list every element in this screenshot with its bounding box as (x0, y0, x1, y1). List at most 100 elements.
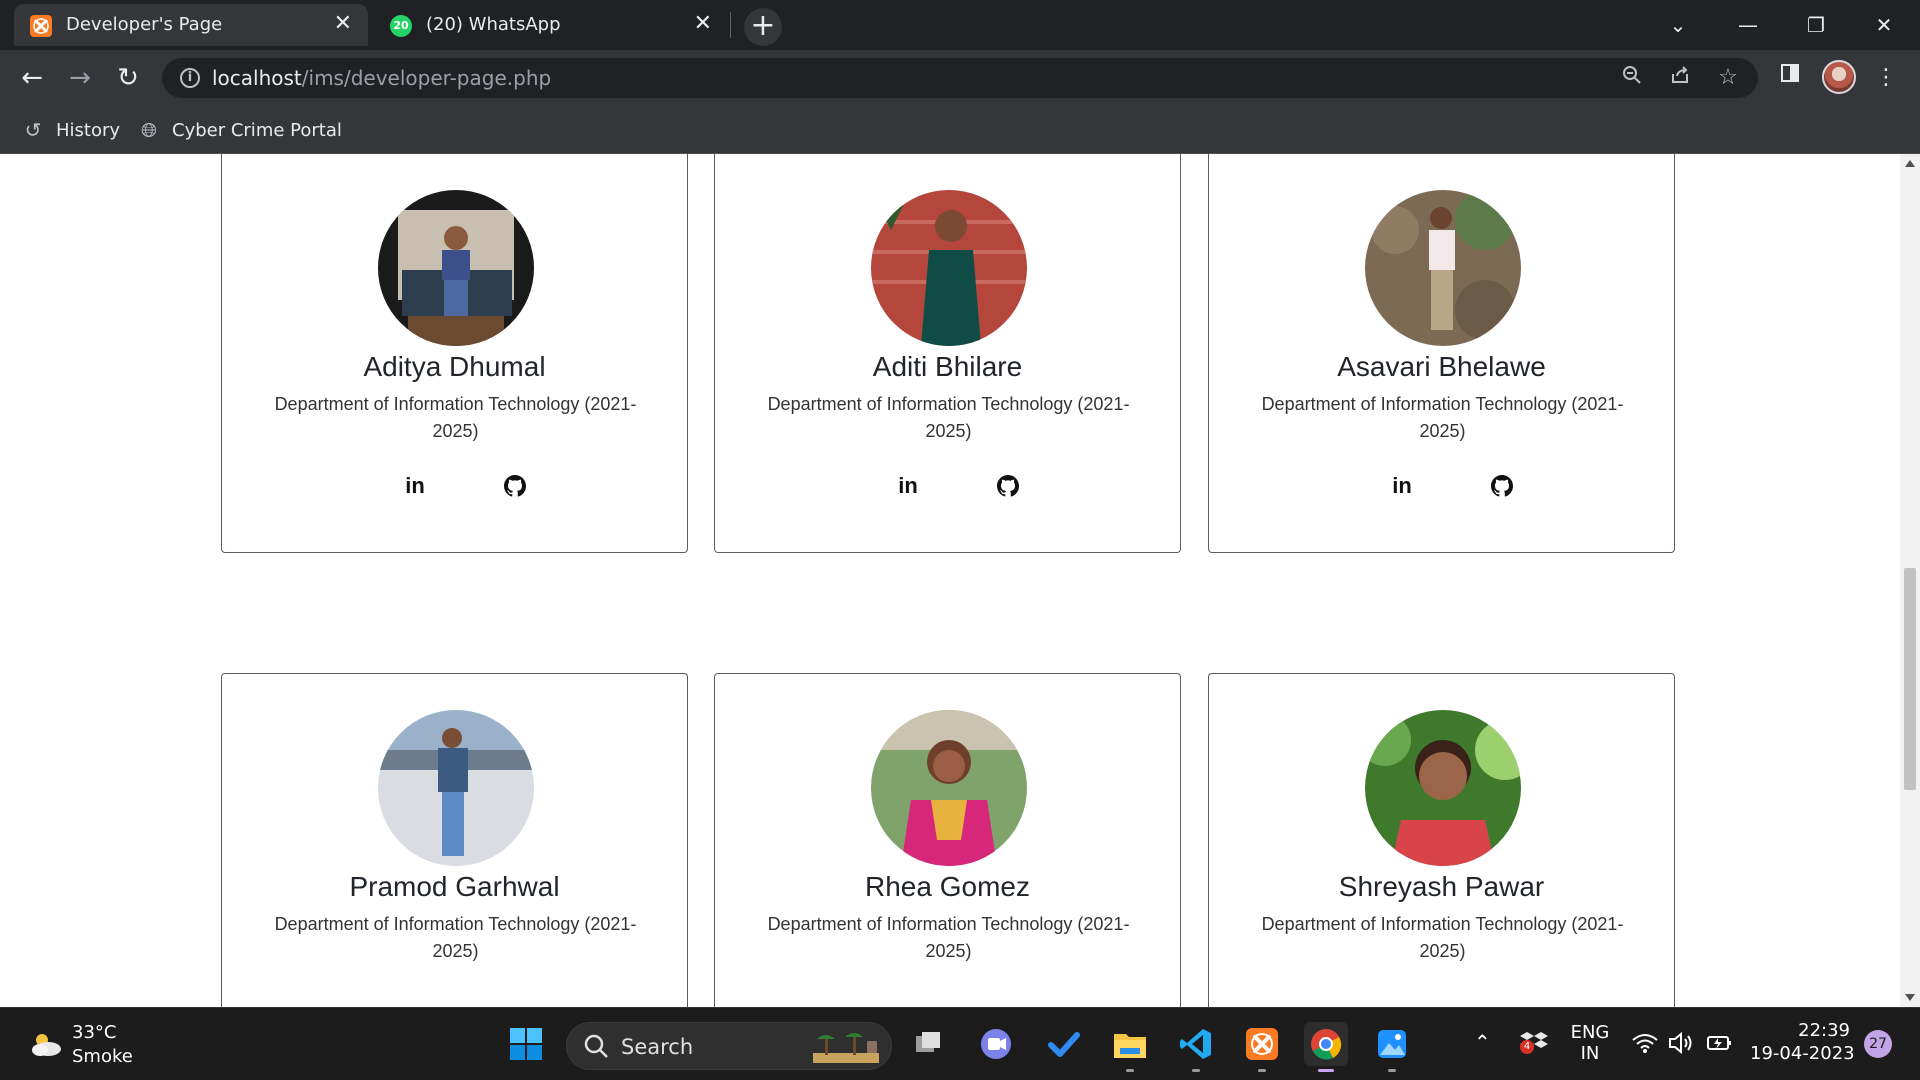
close-tab-icon[interactable]: ✕ (694, 13, 712, 35)
vertical-scrollbar[interactable] (1900, 154, 1920, 1007)
address-bar[interactable]: i localhost/ims/developer-page.php ☆ (162, 58, 1758, 98)
notification-count-badge[interactable]: 27 (1864, 1030, 1892, 1058)
back-icon[interactable]: ← (16, 62, 48, 94)
developer-department: Department of Information Technology (20… (755, 391, 1142, 445)
chrome-icon[interactable] (1304, 1022, 1348, 1072)
developer-card: Aditi Bhilare Department of Information … (714, 154, 1181, 553)
task-view-icon[interactable] (906, 1022, 950, 1066)
department-line: Department of Information Technology (20… (767, 394, 1130, 414)
new-tab-button[interactable]: + (744, 8, 782, 46)
tab-strip: Developer's Page ✕ 20 (20) WhatsApp ✕ + … (0, 0, 1920, 50)
restore-icon[interactable]: ❐ (1794, 10, 1838, 40)
xampp-icon (30, 15, 52, 37)
browser-chrome: Developer's Page ✕ 20 (20) WhatsApp ✕ + … (0, 0, 1920, 154)
running-indicator (1318, 1069, 1334, 1072)
url-text[interactable]: localhost/ims/developer-page.php (212, 66, 551, 90)
search-placeholder: Search (621, 1035, 694, 1059)
taskbar-search-box[interactable]: Search (566, 1022, 892, 1070)
forward-icon[interactable]: → (64, 62, 96, 94)
developer-photo (1365, 190, 1521, 346)
minimize-icon[interactable]: — (1726, 10, 1770, 40)
url-path: /ims/developer-page.php (301, 66, 552, 90)
close-window-icon[interactable]: ✕ (1862, 10, 1906, 40)
volume-icon[interactable] (1668, 1031, 1694, 1058)
tab-developers-page[interactable]: Developer's Page ✕ (14, 4, 368, 46)
developer-department: Department of Information Technology (20… (262, 911, 649, 965)
photos-icon[interactable] (1370, 1022, 1414, 1072)
github-icon[interactable] (1482, 466, 1522, 506)
bookmark-history[interactable]: ↺ History (22, 116, 120, 144)
wifi-icon[interactable] (1632, 1032, 1658, 1058)
site-info-icon[interactable]: i (180, 68, 200, 88)
side-panel-icon[interactable] (1774, 62, 1806, 94)
language-indicator[interactable]: ENG IN (1570, 1022, 1610, 1064)
todo-check-icon[interactable] (1042, 1022, 1086, 1066)
department-line: Department of Information Technology (20… (1261, 394, 1624, 414)
windows-start-icon[interactable] (504, 1022, 548, 1066)
bookmark-cyber-crime-portal[interactable]: 🌐︎ Cyber Crime Portal (138, 116, 342, 144)
battery-charging-icon[interactable] (1706, 1032, 1732, 1058)
running-indicator (1258, 1069, 1266, 1072)
developer-name: Aditi Bhilare (872, 351, 1023, 382)
vscode-icon[interactable] (1174, 1022, 1218, 1072)
developer-card: Asavari Bhelawe Department of Informatio… (1208, 154, 1675, 553)
zoom-icon[interactable] (1618, 64, 1646, 92)
xampp-taskbar-icon[interactable] (1240, 1022, 1284, 1072)
share-icon[interactable] (1666, 64, 1694, 92)
github-icon[interactable] (495, 466, 535, 506)
developer-photo (871, 710, 1027, 866)
department-line: 2025) (1419, 941, 1466, 961)
developer-name: Shreyash Pawar (1338, 871, 1545, 902)
teams-chat-icon[interactable] (974, 1022, 1018, 1066)
show-hidden-icons-icon[interactable]: ⌃ (1474, 1030, 1491, 1054)
file-explorer-icon[interactable] (1108, 1022, 1152, 1072)
developer-photo (378, 190, 534, 346)
running-indicator (1192, 1069, 1200, 1072)
developer-photo (378, 710, 534, 866)
tab-whatsapp[interactable]: 20 (20) WhatsApp ✕ (374, 4, 728, 46)
department-line: Department of Information Technology (20… (767, 914, 1130, 934)
developer-card: Pramod Garhwal Department of Information… (221, 673, 688, 1007)
whatsapp-icon: 20 (390, 15, 412, 37)
department-line: Department of Information Technology (20… (274, 914, 637, 934)
running-indicator (1126, 1069, 1134, 1072)
tab-divider (730, 12, 731, 38)
linkedin-icon[interactable]: in (395, 466, 435, 506)
reload-icon[interactable]: ↻ (112, 62, 144, 94)
tab-search-icon[interactable]: ⌄ (1656, 10, 1700, 40)
search-highlight-art-icon (813, 1033, 879, 1063)
dropbox-icon[interactable]: 4 (1520, 1028, 1548, 1060)
url-host: localhost (212, 66, 302, 90)
cloudy-sun-icon (32, 1034, 61, 1056)
language-code: ENG (1570, 1022, 1610, 1043)
clock[interactable]: 22:39 19-04-2023 (1750, 1020, 1855, 1064)
developer-department: Department of Information Technology (20… (1249, 911, 1636, 965)
developer-name: Aditya Dhumal (363, 351, 546, 382)
linkedin-icon[interactable]: in (1382, 466, 1422, 506)
department-line: 2025) (1419, 421, 1466, 441)
tab-title: Developer's Page (66, 14, 223, 35)
toolbar: ← → ↻ i localhost/ims/developer-page.php… (0, 50, 1920, 106)
bookmark-label: History (56, 119, 121, 141)
profile-avatar[interactable] (1822, 60, 1856, 94)
scrollbar-thumb[interactable] (1904, 568, 1916, 790)
department-line: 2025) (432, 941, 479, 961)
close-tab-icon[interactable]: ✕ (334, 13, 352, 35)
history-icon: ↺ (24, 118, 42, 142)
developer-card: Rhea Gomez Department of Information Tec… (714, 673, 1181, 1007)
globe-icon: 🌐︎ (141, 118, 157, 142)
department-line: 2025) (432, 421, 479, 441)
search-icon (584, 1034, 608, 1058)
github-icon[interactable] (988, 466, 1028, 506)
running-indicator (1388, 1069, 1396, 1072)
developer-name: Rhea Gomez (865, 871, 1030, 902)
weather-temperature: 33°C (72, 1022, 117, 1043)
bookmark-star-icon[interactable]: ☆ (1714, 64, 1742, 92)
scroll-down-arrow-icon[interactable] (1905, 994, 1915, 1001)
department-line: Department of Information Technology (20… (274, 394, 637, 414)
bookmarks-bar: ↺ History 🌐︎ Cyber Crime Portal (0, 106, 1920, 154)
linkedin-icon[interactable]: in (888, 466, 928, 506)
menu-icon[interactable]: ⋮ (1870, 62, 1902, 94)
developer-photo (871, 190, 1027, 346)
scroll-up-arrow-icon[interactable] (1905, 160, 1915, 167)
